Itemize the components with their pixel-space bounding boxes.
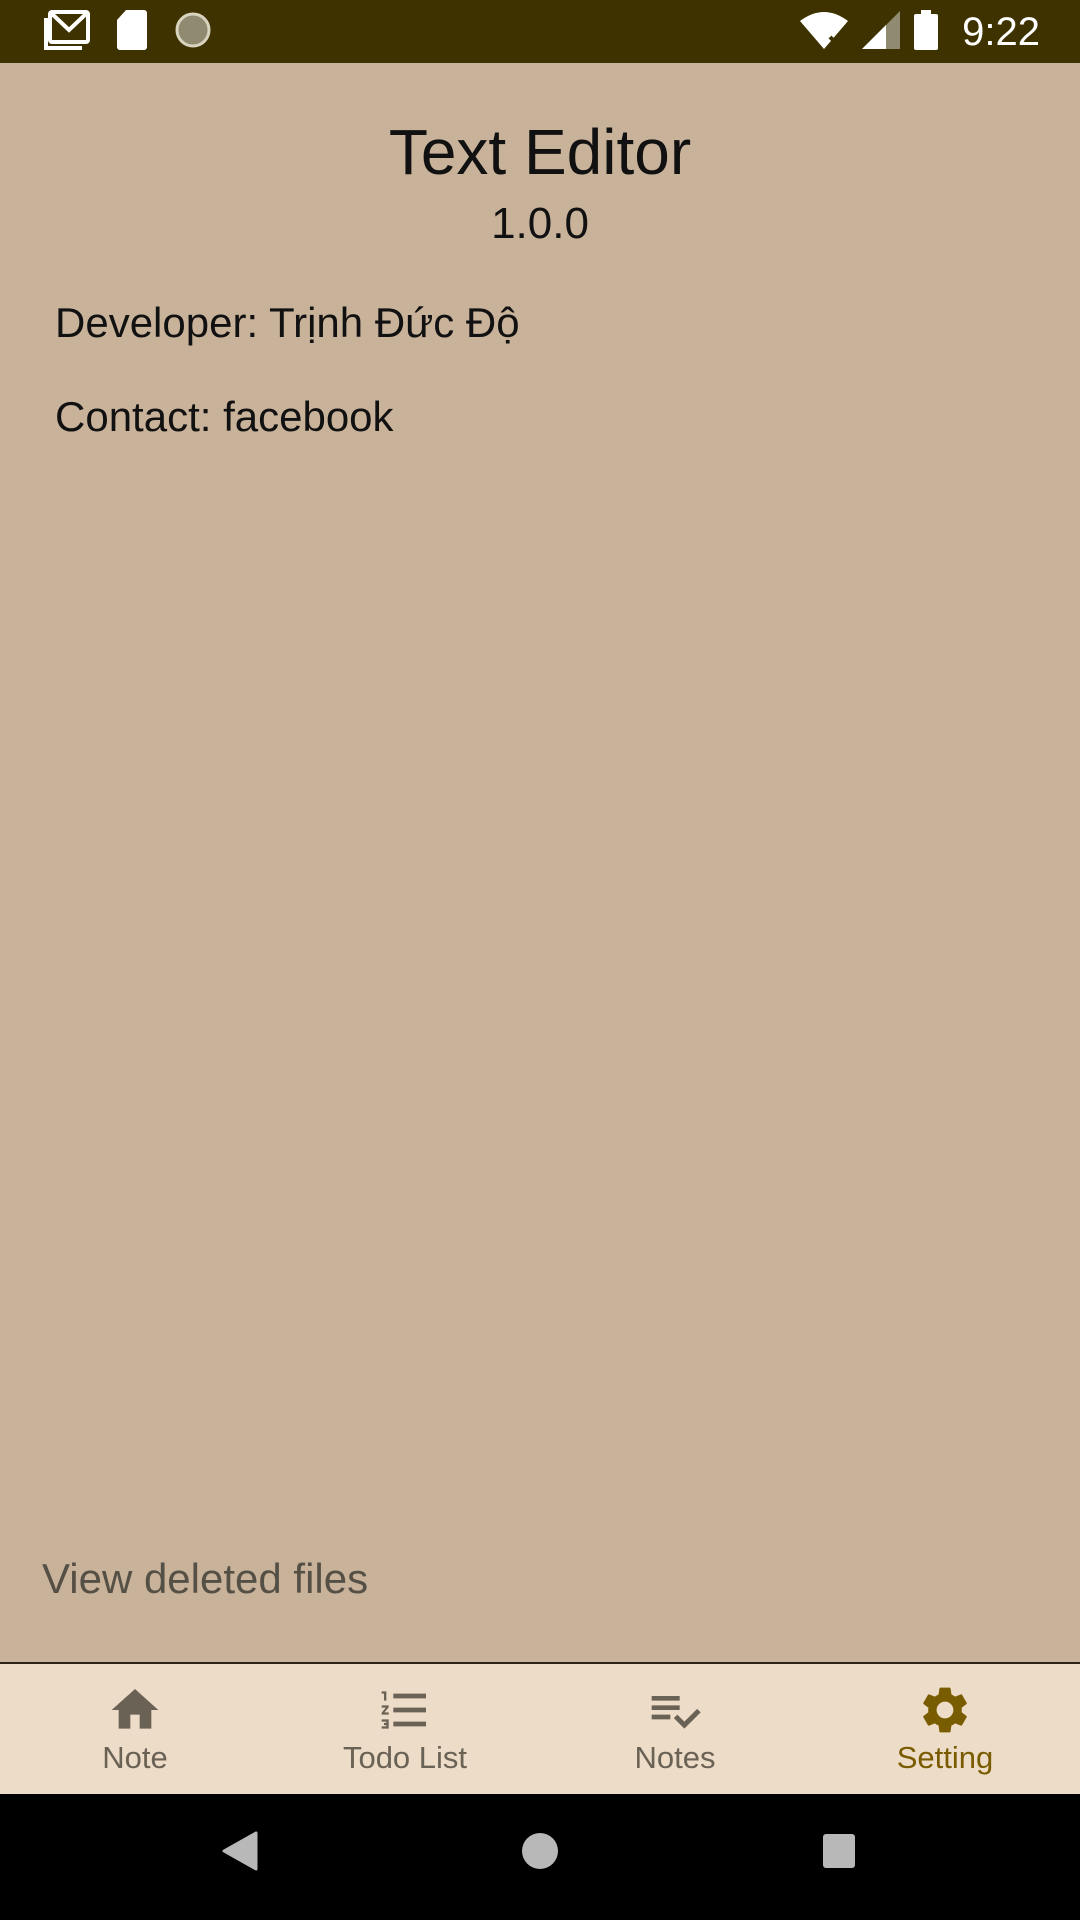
nav-item-notes[interactable]: Notes bbox=[540, 1664, 810, 1796]
nav-label-note: Note bbox=[102, 1740, 168, 1775]
gmail-icon bbox=[44, 9, 90, 55]
status-right-icons: 9:22 bbox=[800, 8, 1040, 56]
numbered-list-icon bbox=[381, 1691, 426, 1729]
status-bar: 9:22 bbox=[0, 0, 1080, 63]
bottom-navigation: Note Todo List Notes Setting bbox=[0, 1662, 1080, 1796]
status-left-icons bbox=[44, 9, 212, 55]
view-deleted-files-link[interactable]: View deleted files bbox=[42, 1555, 368, 1603]
contact-link[interactable]: Contact: facebook bbox=[55, 393, 394, 441]
home-icon bbox=[111, 1689, 159, 1729]
nav-label-notes: Notes bbox=[634, 1740, 716, 1775]
recents-icon[interactable] bbox=[822, 1831, 856, 1876]
sync-icon bbox=[174, 11, 212, 54]
cell-signal-icon bbox=[862, 10, 901, 54]
nav-item-setting[interactable]: Setting bbox=[810, 1664, 1080, 1796]
gear-icon bbox=[923, 1687, 967, 1733]
sd-card-icon bbox=[116, 9, 148, 55]
developer-info: Developer: Trịnh Đức Độ bbox=[55, 299, 520, 346]
system-navigation-bar bbox=[0, 1794, 1080, 1920]
checklist-icon bbox=[651, 1696, 701, 1729]
app-version: 1.0.0 bbox=[491, 199, 589, 248]
nav-label-setting: Setting bbox=[896, 1740, 994, 1775]
back-icon[interactable] bbox=[222, 1831, 258, 1876]
nav-item-todo-list[interactable]: Todo List bbox=[270, 1664, 540, 1796]
battery-icon bbox=[914, 9, 939, 55]
home-circle-icon[interactable] bbox=[521, 1831, 559, 1876]
nav-item-note[interactable]: Note bbox=[0, 1664, 270, 1796]
app-title: Text Editor bbox=[388, 116, 692, 188]
status-time: 9:22 bbox=[962, 9, 1040, 54]
about-screen: Text Editor 1.0.0 Developer: Trịnh Đức Đ… bbox=[0, 63, 1080, 1662]
nav-label-todo-list: Todo List bbox=[342, 1740, 468, 1775]
wifi-icon bbox=[800, 11, 849, 54]
